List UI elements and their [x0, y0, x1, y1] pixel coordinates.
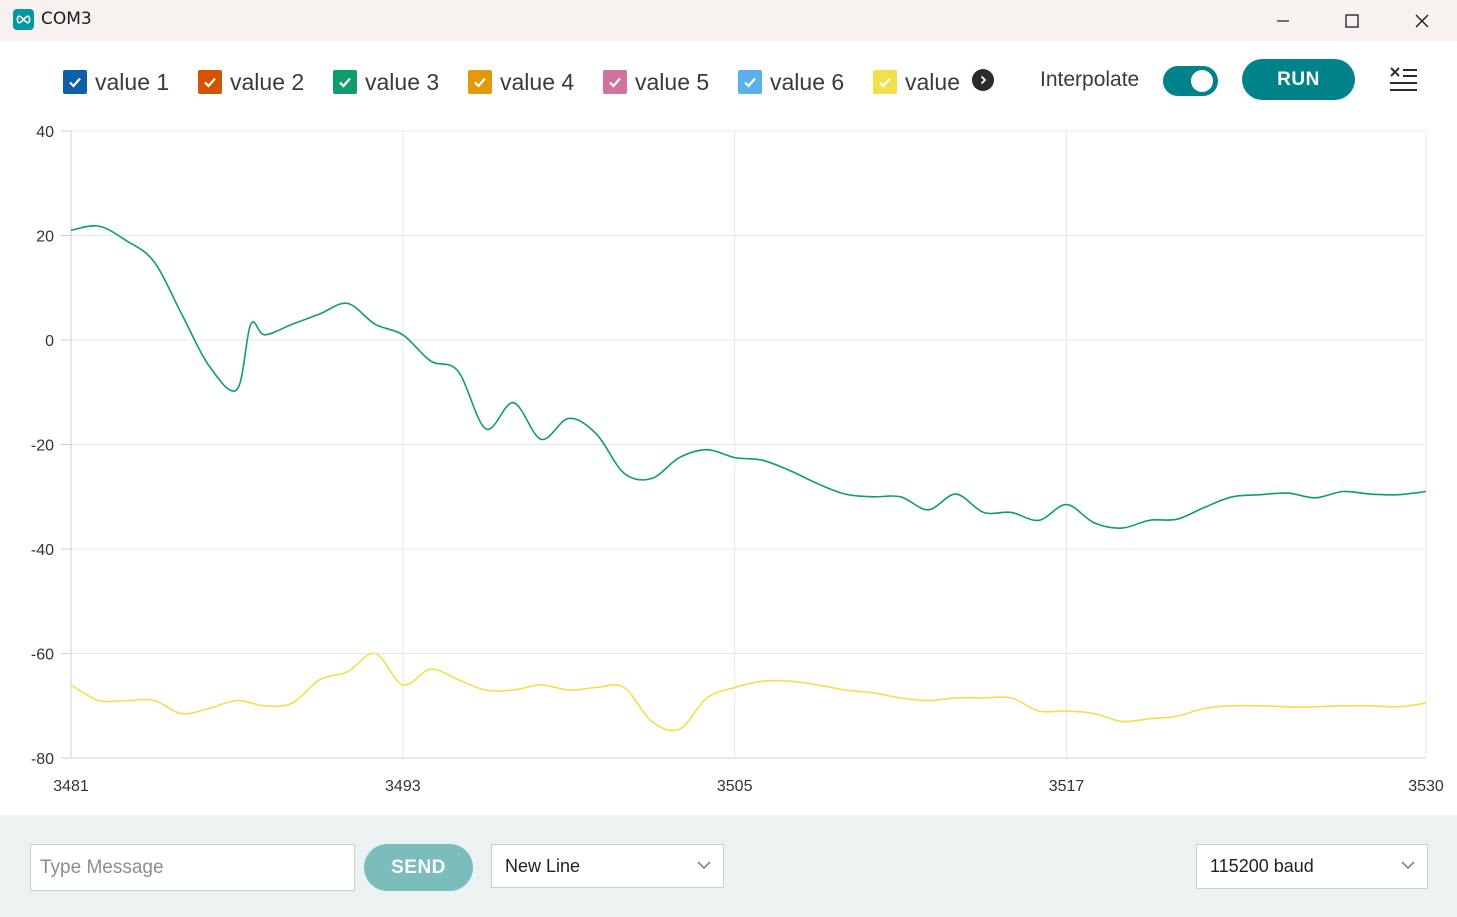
clear-list-icon[interactable]: [1388, 65, 1418, 93]
y-tick-label: 0: [45, 333, 54, 350]
legend-item-value-3[interactable]: value 3: [333, 69, 439, 95]
y-tick-label: -80: [31, 751, 54, 768]
run-button[interactable]: RUN: [1242, 59, 1355, 100]
legend-label: value 6: [770, 68, 845, 95]
checkmark-icon: [744, 77, 756, 88]
line-chart: 40 20 0 -20 -40 -60 -80 3481 3493 3505 3517 3530: [31, 124, 1444, 795]
x-tick-label: 3505: [717, 778, 753, 795]
legend-label: value 4: [500, 68, 575, 95]
legend-item-value-4[interactable]: value 4: [468, 69, 574, 95]
series-line-value-7: [70, 652, 1427, 732]
checkmark-icon: [879, 77, 891, 88]
checkmark-icon: [339, 77, 351, 88]
y-tick-label: 20: [36, 229, 54, 246]
chevron-down-icon: [1401, 861, 1415, 870]
line-ending-select[interactable]: New Line: [491, 844, 724, 888]
checkmark-icon: [69, 77, 81, 88]
x-tick-label: 3481: [53, 778, 89, 795]
checkbox-value-1[interactable]: [63, 70, 87, 94]
checkmark-icon: [474, 77, 486, 88]
line-ending-value: New Line: [505, 855, 581, 876]
checkbox-value-4[interactable]: [468, 70, 492, 94]
message-input[interactable]: [30, 844, 355, 891]
title-bar: COM3: [0, 0, 1457, 41]
checkbox-value-6[interactable]: [738, 70, 762, 94]
baud-rate-select[interactable]: 115200 baud: [1196, 844, 1428, 889]
legend-scroll-right-button[interactable]: [972, 69, 994, 91]
chevron-down-icon: [697, 861, 711, 870]
y-tick-label: 40: [36, 124, 54, 141]
legend-item-value-5[interactable]: value 5: [603, 69, 709, 95]
send-button[interactable]: SEND: [364, 844, 473, 891]
toggle-knob: [1191, 70, 1213, 92]
legend-label: value: [905, 68, 960, 95]
series-line-value-3: [70, 224, 1427, 529]
window-title: COM3: [41, 9, 92, 29]
serial-plotter-window: COM3 value 1 value 2 value 3 value 4 val…: [0, 0, 1457, 917]
interpolate-toggle[interactable]: [1163, 66, 1218, 96]
legend-label: value 3: [365, 68, 440, 95]
legend-label: value 2: [230, 68, 305, 95]
checkbox-value-7[interactable]: [873, 70, 897, 94]
minimize-button[interactable]: [1248, 0, 1318, 41]
interpolate-label: Interpolate: [1040, 68, 1140, 91]
baud-rate-value: 115200 baud: [1210, 856, 1314, 876]
minimize-icon: [1277, 19, 1289, 22]
legend-item-value-1[interactable]: value 1: [63, 69, 169, 95]
checkbox-value-3[interactable]: [333, 70, 357, 94]
checkbox-value-2[interactable]: [198, 70, 222, 94]
plot-area: 40 20 0 -20 -40 -60 -80 3481 3493 3505 3517 3530: [0, 115, 1457, 815]
x-tick-label: 3493: [385, 778, 421, 795]
y-tick-label: -40: [31, 542, 54, 559]
arduino-infinity-icon: [13, 9, 34, 30]
close-button[interactable]: [1387, 0, 1457, 41]
checkmark-icon: [609, 77, 621, 88]
chevron-right-icon: [980, 75, 987, 85]
y-tick-label: -60: [31, 647, 54, 664]
legend-label: value 1: [95, 68, 170, 95]
legend-item-value-7[interactable]: value: [873, 69, 960, 95]
legend-item-value-6[interactable]: value 6: [738, 69, 844, 95]
maximize-button[interactable]: [1317, 0, 1387, 41]
serial-input-bar: SEND New Line 115200 baud: [0, 815, 1457, 917]
checkmark-icon: [204, 77, 216, 88]
close-icon: [1415, 14, 1429, 27]
checkbox-value-5[interactable]: [603, 70, 627, 94]
x-tick-label: 3530: [1408, 778, 1444, 795]
legend-label: value 5: [635, 68, 710, 95]
x-tick-label: 3517: [1049, 778, 1085, 795]
plotter-toolbar: value 1 value 2 value 3 value 4 value 5 …: [0, 41, 1457, 121]
y-tick-label: -20: [31, 438, 54, 455]
maximize-icon: [1345, 13, 1359, 28]
legend-item-value-2[interactable]: value 2: [198, 69, 304, 95]
